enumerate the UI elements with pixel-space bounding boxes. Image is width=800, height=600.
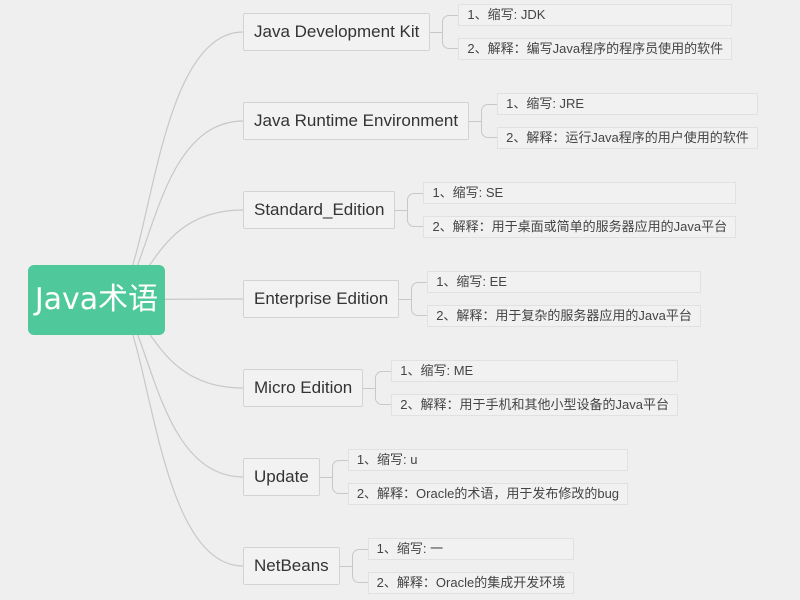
subtopic-abbreviation[interactable]: 1、缩写: JDK [458,4,733,26]
mind-map-canvas: Java术语 Java Development Kit 1、缩写: JDK 2、… [0,0,800,600]
subtopic-bracket [351,549,368,583]
topic-java-development-kit[interactable]: Java Development Kit [243,13,431,51]
topic-update[interactable]: Update [243,458,320,496]
subtopic-list: 1、缩写: EE 2、解释：用于复杂的服务器应用的Java平台 [427,271,701,327]
subtopic-explanation[interactable]: 2、解释：Oracle的集成开发环境 [367,572,575,594]
topic-connector-stub [399,298,412,300]
subtopic-explanation[interactable]: 2、解释：编写Java程序的程序员使用的软件 [458,38,733,60]
subtopic-explanation[interactable]: 2、解释：用于复杂的服务器应用的Java平台 [427,305,701,327]
subtopic-abbreviation[interactable]: 1、缩写: EE [427,271,701,293]
subtopic-list: 1、缩写: JDK 2、解释：编写Java程序的程序员使用的软件 [458,4,733,60]
branch-update: Update 1、缩写: u 2、解释：Oracle的术语，用于发布修改的bug [243,449,629,505]
subtopic-explanation[interactable]: 2、解释：运行Java程序的用户使用的软件 [497,127,758,149]
subtopic-list: 1、缩写: ME 2、解释：用于手机和其他小型设备的Java平台 [391,360,678,416]
subtopic-list: 1、缩写: 一 2、解释：Oracle的集成开发环境 [367,538,575,594]
topic-standard-edition[interactable]: Standard_Edition [243,191,396,229]
topic-enterprise-edition[interactable]: Enterprise Edition [243,280,400,318]
subtopic-abbreviation[interactable]: 1、缩写: ME [391,360,678,382]
topic-connector-stub [395,209,408,211]
subtopic-bracket [411,282,428,316]
subtopic-list: 1、缩写: SE 2、解释：用于桌面或简单的服务器应用的Java平台 [423,182,737,238]
topic-connector-stub [339,565,352,567]
subtopic-abbreviation[interactable]: 1、缩写: u [347,449,629,471]
topic-connector-stub [319,476,332,478]
subtopic-explanation[interactable]: 2、解释：Oracle的术语，用于发布修改的bug [347,483,629,505]
subtopic-bracket [481,104,498,138]
subtopic-bracket [375,371,392,405]
branch-java-runtime-environment: Java Runtime Environment 1、缩写: JRE 2、解释：… [243,93,758,149]
topic-java-runtime-environment[interactable]: Java Runtime Environment [243,102,470,140]
branch-enterprise-edition: Enterprise Edition 1、缩写: EE 2、解释：用于复杂的服务… [243,271,701,327]
branch-java-development-kit: Java Development Kit 1、缩写: JDK 2、解释：编写Ja… [243,4,733,60]
subtopic-explanation[interactable]: 2、解释：用于桌面或简单的服务器应用的Java平台 [423,216,737,238]
subtopic-bracket [407,193,424,227]
topic-netbeans[interactable]: NetBeans [243,547,340,585]
subtopic-explanation[interactable]: 2、解释：用于手机和其他小型设备的Java平台 [391,394,678,416]
branch-standard-edition: Standard_Edition 1、缩写: SE 2、解释：用于桌面或简单的服… [243,182,737,238]
subtopic-abbreviation[interactable]: 1、缩写: SE [423,182,737,204]
subtopic-list: 1、缩写: u 2、解释：Oracle的术语，用于发布修改的bug [347,449,629,505]
subtopic-bracket [331,460,348,494]
branch-micro-edition: Micro Edition 1、缩写: ME 2、解释：用于手机和其他小型设备的… [243,360,678,416]
subtopic-bracket [442,15,459,49]
topic-micro-edition[interactable]: Micro Edition [243,369,364,407]
root-topic[interactable]: Java术语 [28,265,165,335]
topic-connector-stub [469,120,482,122]
branch-netbeans: NetBeans 1、缩写: 一 2、解释：Oracle的集成开发环境 [243,538,575,594]
subtopic-abbreviation[interactable]: 1、缩写: JRE [497,93,758,115]
topic-connector-stub [363,387,376,389]
root-to-topic-connector [110,299,244,567]
subtopic-list: 1、缩写: JRE 2、解释：运行Java程序的用户使用的软件 [497,93,758,149]
subtopic-abbreviation[interactable]: 1、缩写: 一 [367,538,575,560]
topic-connector-stub [430,31,443,33]
